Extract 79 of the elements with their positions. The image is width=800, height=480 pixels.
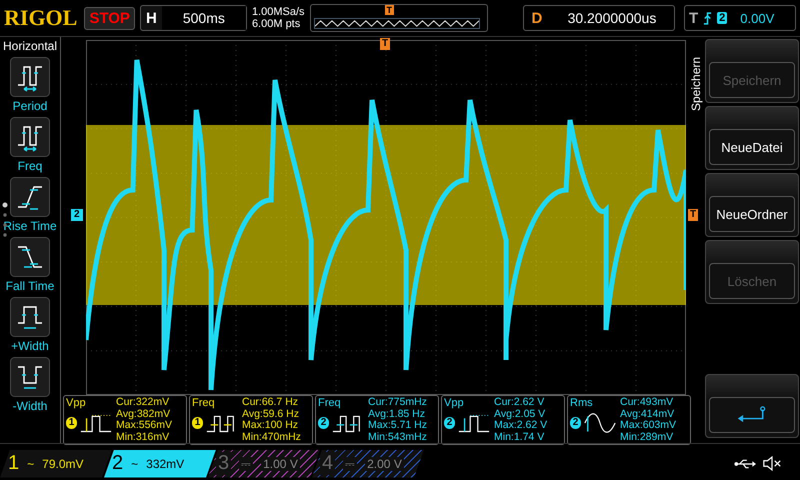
trigger-source: 2 [717,12,728,24]
usb-icon [734,458,756,470]
channel-badge: 2 [570,417,581,429]
channel-badge: 2 [444,417,455,429]
measurement-value: Max:603mV [620,420,676,432]
measurement-value: Min:289mV [620,432,674,443]
timebase-label: H [144,10,158,26]
timebase-value: 500ms [162,6,246,30]
sine-icon [583,412,617,434]
memory-depth: 6.00M pts [252,18,302,30]
trigger-level-marker[interactable]: T [688,209,698,221]
measurement-value: Avg:382mV [116,408,172,420]
period-measure-icon[interactable] [10,57,50,97]
measurement-panel[interactable]: Vpp 2 Cur:2.62 V Avg:2.05 V Max:2.62 V Min:1.74 V [441,395,565,445]
trigger-level: 0.00V [740,10,774,26]
measurement-value: Cur:66.7 Hz [242,397,300,408]
brand-logo: RIGOL [4,5,78,31]
trigger-marker: T [384,5,394,15]
measurement-value: Avg:59.6 Hz [242,408,300,420]
measurement-name: Vpp [444,397,465,410]
measurement-value: Max:556mV [116,420,172,432]
measurement-value: Avg:1.85 Hz [368,408,426,420]
run-status[interactable]: STOP [84,6,135,30]
measurement-value: Min:470mHz [242,432,301,443]
channel-tab[interactable]: 4 ⎓ 2.00 V [312,450,424,478]
measurement-value: Cur:2.62 V [494,397,546,408]
measurement-value: Min:543mHz [368,432,427,443]
channel-tab[interactable]: 1 ~ 79.0mV [0,450,112,478]
sample-rate: 1.00MSa/s [252,6,305,18]
measurement-name: Rms [570,397,594,410]
rising-edge-icon [703,12,712,24]
fall-measure-icon[interactable] [10,237,50,277]
channel-badge: 1 [66,417,77,429]
nwidth-measure-icon[interactable] [10,357,50,397]
measure-label[interactable]: +Width [11,339,49,353]
measurement-value: Avg:414mV [620,408,676,420]
delay-box[interactable]: D 30.2000000us [522,5,675,31]
back-button[interactable] [705,374,799,438]
rise-measure-icon[interactable] [10,177,50,217]
channel-badge: 2 [318,417,329,429]
measure-label[interactable]: Freq [18,159,42,173]
measure-label[interactable]: Fall Time [6,279,54,293]
measurement-panel[interactable]: Vpp 1 Cur:322mV Avg:382mV Max:556mV Min:316mV [63,395,187,445]
measurement-value: Min:316mV [116,432,170,443]
measurement-value: Cur:322mV [116,397,170,408]
menu-softkey[interactable]: NeueDatei [705,106,799,170]
measurement-panel[interactable]: Freq 1 Cur:66.7 Hz Avg:59.6 Hz Max:100 Hz Min:470mHz [189,395,313,445]
channel-tab[interactable]: 2 ~ 332mV [104,450,216,478]
measurement-name: Freq [318,397,342,410]
timebase-box[interactable]: H 500ms [140,5,247,31]
mute-icon [762,455,782,472]
measurement-value: Min:1.74 V [494,432,546,443]
measurement-value: Cur:493mV [620,397,674,408]
measurement-panel[interactable]: Rms 2 Cur:493mV Avg:414mV Max:603mV Min:289mV [567,395,691,445]
channel-tab[interactable]: 3 ⎓ 1.00 V [208,450,320,478]
measurement-name: Vpp [66,397,87,410]
trigger-label: T [689,10,698,26]
measurement-value: Max:2.62 V [494,420,548,432]
measure-label[interactable]: Period [12,99,48,113]
measurement-name: Freq [192,397,216,410]
pulse-icon [79,412,113,434]
pulse-icon [457,412,491,434]
delay-label: D [530,10,544,26]
channel-marker[interactable]: 2 [71,209,83,221]
menu-softkey[interactable]: NeueOrdner [705,173,799,237]
measure-label[interactable]: -Width [12,399,48,413]
measurement-value: Cur:775mHz [368,397,427,408]
pwidth-measure-icon[interactable] [10,297,50,337]
trigger-position-marker[interactable]: T [380,38,390,50]
trigger-box[interactable]: T 2 0.00V [684,5,796,31]
measurement-panel[interactable]: Freq 2 Cur:775mHz Avg:1.85 Hz Max:5.71 Hz Min:543mHz [315,395,439,445]
channel-badge: 1 [192,417,203,429]
menu-title: Speichern [689,56,704,111]
measurement-value: Avg:2.05 V [494,408,546,420]
freq-measure-icon[interactable] [10,117,50,157]
measurement-value: Max:5.71 Hz [368,420,427,432]
menu-title: Horizontal [2,39,58,53]
delay-value: 30.2000000us [566,10,658,26]
measurement-value: Max:100 Hz [242,420,300,432]
